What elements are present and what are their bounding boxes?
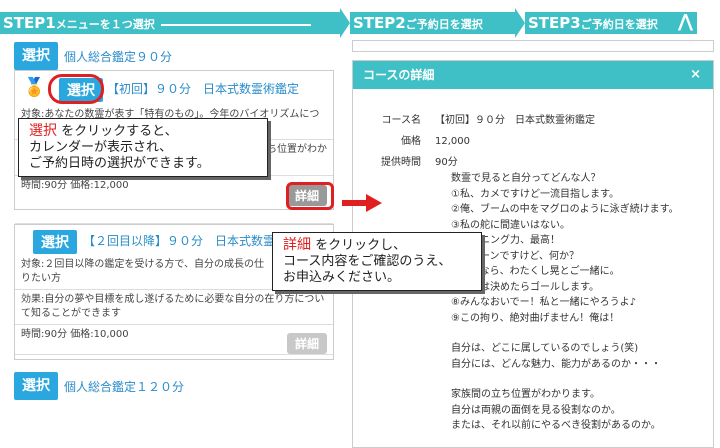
callout2-line1: 詳細 をクリックし、 [283, 237, 471, 254]
desc-line: 家族間の立ち位置がわかります。 [451, 389, 600, 400]
desc-line: ⑦人生は決めたらゴールします。 [451, 281, 599, 293]
callout2-text1: をクリックし、 [311, 238, 407, 253]
course2-select-button[interactable]: 選択 [33, 230, 77, 254]
medal-icon: 🏅 [23, 77, 46, 98]
modal-value: 【初回】９０分 日本式数霊術鑑定 [435, 115, 595, 126]
course1-title[interactable]: 【初回】９０分 日本式数霊術鑑定 [107, 80, 299, 97]
desc-line: ⑥皆となら、わたくし晃とご一緒に。 [451, 266, 620, 277]
step1-arrow-icon [340, 8, 350, 38]
modal-header: コースの詳細 × [353, 61, 713, 89]
step1-banner: STEP1メニューを１つ選択 [0, 12, 340, 34]
callout2-line2: コース内容をご確認のうえ、 [283, 254, 452, 269]
step3-banner: STEP3ご予約日を選択 ⋀ [525, 12, 697, 34]
desc-line: 自分は、どこに属しているのでしょう(笑) [451, 343, 639, 354]
step2-arrow-icon [515, 8, 525, 38]
step2-text: ご予約日を選択 [405, 18, 483, 31]
group1-select-button[interactable]: 選択 [14, 42, 58, 70]
desc-line: ①私、カメですけど一流目指します。 [451, 188, 619, 200]
step3-text: ご予約日を選択 [580, 18, 658, 31]
callout2-line3: お申込みください。 [283, 270, 401, 285]
right-panel-top [352, 40, 714, 52]
step1-line [160, 24, 311, 26]
desc-line [451, 326, 679, 341]
course2-detail-button[interactable]: 詳細 [286, 333, 327, 354]
callout1-text1: をクリックすると、 [57, 124, 178, 139]
desc-line: 自分は両親の面倒を見る役割なのか。 [451, 404, 621, 416]
step1-label: STEP1 [3, 14, 56, 32]
modal-row-duration: 提供時間 90分 [353, 153, 458, 168]
desc-line [451, 372, 679, 387]
group2-select-button[interactable]: 選択 [14, 372, 58, 400]
detail-instruction-callout: 詳細 をクリックし、 コース内容をご確認のうえ、 お申込みください。 [272, 232, 482, 291]
group1-header: 選択 個人総合鑑定９０分 [14, 42, 172, 70]
callout1-line3: ご予約日時の選択ができます。 [29, 156, 210, 171]
callout1-line2: カレンダーが表示され、 [29, 140, 173, 155]
modal-key: コース名 [381, 115, 422, 126]
desc-line: ④ランニング力、最高！ [451, 235, 560, 246]
desc-line: ③私の舵に間違いはない。 [451, 219, 570, 231]
course2-effect-line1: 効果:自分の夢や目標を成し遂げるために必要な自分の在り方につい [21, 294, 325, 305]
modal-title: コースの詳細 [363, 68, 435, 82]
modal-key: 提供時間 [381, 157, 421, 168]
desc-line: 数霊で見ると自分ってどんな人？ [451, 173, 601, 184]
desc-line: ⑧みんなおいでー！私と一緒にやろうよ♪ [451, 297, 637, 308]
close-icon[interactable]: × [690, 61, 701, 89]
callout1-highlight: 選択 [29, 123, 57, 139]
course2-effect-line2: て知ることができます [21, 308, 121, 319]
callout2-highlight: 詳細 [283, 237, 311, 253]
group2-title[interactable]: 個人総合鑑定１２０分 [64, 380, 184, 394]
course2-price: 時間:90分 価格:10,000 [15, 325, 333, 355]
step1-text: メニューを１つ選択 [55, 18, 155, 31]
detail-highlight-ring [286, 182, 334, 210]
desc-line: ②俺、ブームの中をマグロのように泳ぎ続けます。 [451, 204, 679, 215]
desc-line: ⑨この拘り、絶対曲げません！俺は！ [451, 312, 620, 324]
step2-banner: STEP2ご予約日を選択 [350, 12, 515, 48]
desc-line: ⑤クローンですけど、何か？ [451, 250, 579, 262]
select-instruction-callout: 選択 をクリックすると、 カレンダーが表示され、 ご予約日時の選択ができます。 [18, 118, 268, 177]
callout1-line1: 選択 をクリックすると、 [29, 123, 257, 140]
select-highlight-ring [48, 74, 104, 104]
step2-label: STEP2 [353, 14, 406, 32]
modal-row-price: 価格 12,000 [353, 132, 470, 147]
course2-effect: 効果:自分の夢や目標を成し遂げるために必要な自分の在り方につい て知ることができ… [15, 290, 333, 325]
group2-header: 選択 個人総合鑑定１２０分 [14, 372, 184, 400]
step3-label: STEP3 [528, 14, 581, 32]
desc-line: 自分には、どんな魅力、能力があるのか・・・ [451, 358, 661, 370]
modal-row-name: コース名 【初回】９０分 日本式数霊術鑑定 [353, 111, 596, 126]
group1-title[interactable]: 個人総合鑑定９０分 [64, 50, 172, 64]
modal-key: 価格 [401, 136, 421, 147]
modal-value: 12,000 [435, 136, 470, 147]
scroll-top-icon[interactable]: ⋀ [678, 13, 693, 31]
modal-value: 90分 [435, 157, 458, 168]
course2-title[interactable]: 【２回目以降】９０分 日本式数霊 [83, 232, 275, 249]
modal-description: 数霊で見ると自分ってどんな人？ ①私、カメですけど一流目指します。 ②俺、ブーム… [451, 171, 679, 434]
desc-line: または、それ以前にやるべき役割があるのか。 [451, 420, 661, 431]
arrow-right-icon [342, 194, 382, 212]
